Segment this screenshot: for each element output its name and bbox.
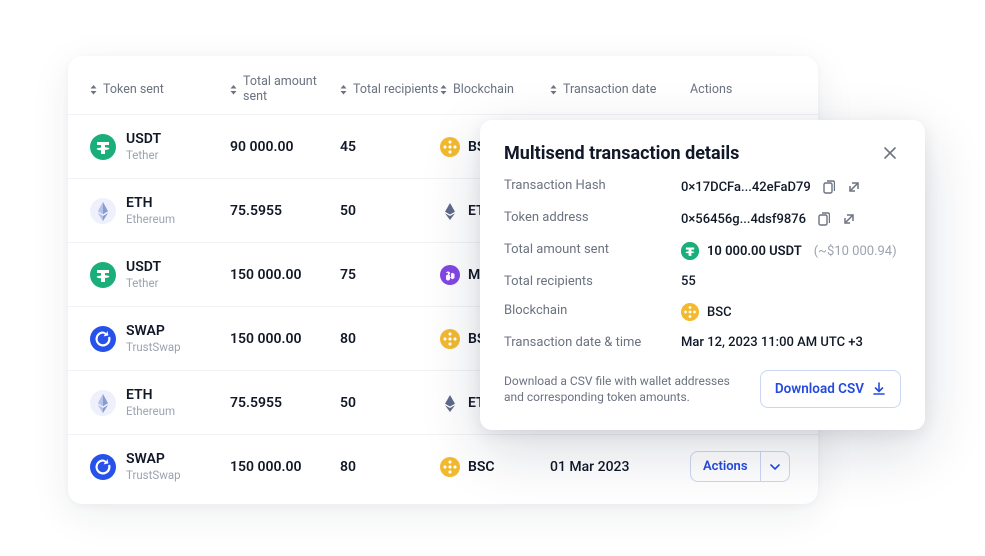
download-csv-button[interactable]: Download CSV <box>760 370 901 408</box>
actions-button[interactable]: Actions <box>690 451 790 482</box>
sort-icon <box>550 84 557 95</box>
cell-amount: 150 000.00 <box>230 331 340 347</box>
label-total-recipients: Total recipients <box>504 274 669 289</box>
value-datetime: Mar 12, 2023 11:00 AM UTC +3 <box>681 335 863 350</box>
label-total-amount: Total amount sent <box>504 242 669 260</box>
token-symbol: ETH <box>126 387 175 403</box>
cell-recipients: 45 <box>340 139 440 155</box>
cell-recipients: 80 <box>340 331 440 347</box>
sort-icon <box>90 84 97 95</box>
cell-token: USDT Tether <box>90 259 230 290</box>
cell-amount: 150 000.00 <box>230 459 340 475</box>
token-symbol: ETH <box>126 195 175 211</box>
eth-icon <box>90 390 116 416</box>
chevron-down-icon <box>761 455 789 479</box>
swap-icon <box>90 454 116 480</box>
sort-icon <box>340 84 347 95</box>
th-blockchain-label: Blockchain <box>453 82 514 97</box>
cell-recipients: 50 <box>340 203 440 219</box>
token-name: Ethereum <box>126 404 175 418</box>
table-row: SWAP TrustSwap 150 000.00 80 BSC 01 Mar … <box>68 434 818 498</box>
bsc-icon <box>681 303 699 321</box>
token-name: Tether <box>126 276 161 290</box>
open-address-button[interactable] <box>840 210 858 228</box>
eth-icon <box>440 201 460 221</box>
th-date-label: Transaction date <box>563 82 656 97</box>
cell-recipients: 50 <box>340 395 440 411</box>
token-name: TrustSwap <box>126 340 181 354</box>
label-hash: Transaction Hash <box>504 178 669 196</box>
th-recipients[interactable]: Total recipients <box>340 82 440 97</box>
eth-icon <box>90 198 116 224</box>
token-name: TrustSwap <box>126 468 181 482</box>
cell-token: ETH Ethereum <box>90 387 230 418</box>
sort-icon <box>440 84 447 95</box>
th-amount-label: Total amount sent <box>243 74 340 104</box>
token-symbol: USDT <box>126 259 161 275</box>
th-recipients-label: Total recipients <box>353 82 438 97</box>
close-button[interactable] <box>879 142 901 164</box>
tether-icon <box>90 262 116 288</box>
cell-amount: 150 000.00 <box>230 267 340 283</box>
label-datetime: Transaction date & time <box>504 335 669 350</box>
transaction-details-panel: Multisend transaction details Transactio… <box>480 120 925 430</box>
copy-hash-button[interactable] <box>819 178 837 196</box>
cell-recipients: 75 <box>340 267 440 283</box>
th-token-label: Token sent <box>103 82 164 97</box>
csv-note: Download a CSV file with wallet addresse… <box>504 373 746 405</box>
cell-amount: 75.5955 <box>230 395 340 411</box>
download-icon <box>872 382 886 396</box>
value-total-recipients: 55 <box>681 274 696 289</box>
bsc-icon <box>440 329 460 349</box>
value-total-amount-fiat: (~$10 000.94) <box>814 244 897 259</box>
th-blockchain[interactable]: Blockchain <box>440 82 550 97</box>
value-token-address: 0×56456g...4dsf9876 <box>681 212 806 227</box>
eth-icon <box>440 393 460 413</box>
download-csv-label: Download CSV <box>775 381 864 397</box>
tether-icon <box>90 134 116 160</box>
cell-date: 01 Mar 2023 <box>550 459 690 475</box>
bsc-icon <box>440 457 460 477</box>
bsc-icon <box>440 137 460 157</box>
cell-token: SWAP TrustSwap <box>90 451 230 482</box>
value-blockchain: BSC <box>707 305 732 320</box>
token-symbol: SWAP <box>126 323 181 339</box>
cell-blockchain: BSC <box>440 457 550 477</box>
value-total-amount: 10 000.00 USDT <box>707 244 802 259</box>
cell-actions: Actions <box>690 451 800 482</box>
chain-label: BSC <box>468 459 495 475</box>
cell-amount: 75.5955 <box>230 203 340 219</box>
matic-icon <box>440 265 460 285</box>
th-date[interactable]: Transaction date <box>550 82 690 97</box>
cell-amount: 90 000.00 <box>230 139 340 155</box>
token-symbol: SWAP <box>126 451 181 467</box>
th-actions: Actions <box>690 82 800 97</box>
actions-label: Actions <box>691 452 761 481</box>
details-list: Transaction Hash 0×17DCFa...42eFaD79 Tok… <box>504 178 901 350</box>
label-blockchain: Blockchain <box>504 303 669 321</box>
table-header: Token sent Total amount sent Total recip… <box>68 56 818 114</box>
th-token[interactable]: Token sent <box>90 82 230 97</box>
panel-title: Multisend transaction details <box>504 143 739 164</box>
token-symbol: USDT <box>126 131 161 147</box>
copy-address-button[interactable] <box>814 210 832 228</box>
cell-token: SWAP TrustSwap <box>90 323 230 354</box>
token-name: Ethereum <box>126 212 175 226</box>
cell-token: ETH Ethereum <box>90 195 230 226</box>
value-hash: 0×17DCFa...42eFaD79 <box>681 180 811 195</box>
tether-icon <box>681 242 699 260</box>
th-actions-label: Actions <box>690 82 732 97</box>
token-name: Tether <box>126 148 161 162</box>
th-amount[interactable]: Total amount sent <box>230 74 340 104</box>
cell-recipients: 80 <box>340 459 440 475</box>
cell-token: USDT Tether <box>90 131 230 162</box>
sort-icon <box>230 84 237 95</box>
open-hash-button[interactable] <box>845 178 863 196</box>
swap-icon <box>90 326 116 352</box>
label-token-address: Token address <box>504 210 669 228</box>
